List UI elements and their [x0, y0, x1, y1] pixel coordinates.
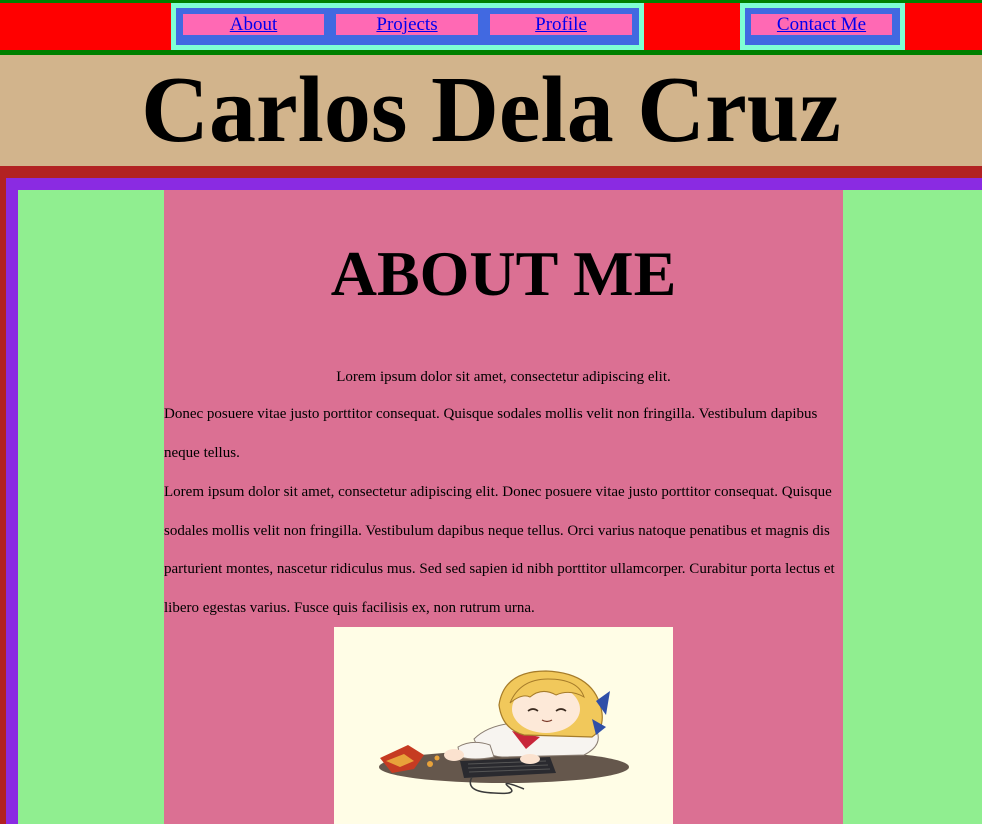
paragraph-1: Donec posuere vitae justo porttitor cons… — [164, 406, 818, 461]
profile-illustration — [334, 627, 673, 824]
nav-links-box: About Projects Profile — [171, 3, 644, 50]
chibi-girl-at-computer-icon — [379, 670, 629, 795]
about-heading: ABOUT ME — [330, 238, 677, 309]
about-section: ABOUT ME Lorem ipsum dolor sit amet, con… — [164, 190, 843, 824]
nav-contact-inner: Contact Me — [745, 8, 900, 45]
nav-link-contact[interactable]: Contact Me — [751, 14, 892, 35]
nav-link-projects[interactable]: Projects — [336, 14, 478, 35]
paragraph-2: Lorem ipsum dolor sit amet, consectetur … — [164, 484, 835, 616]
site-title: Carlos Dela Cruz — [141, 58, 841, 162]
nav-link-about[interactable]: About — [183, 14, 324, 35]
top-nav-bar: About Projects Profile Contact Me — [0, 0, 982, 55]
intro-line: Lorem ipsum dolor sit amet, consectetur … — [336, 369, 671, 385]
nav-links-inner: About Projects Profile — [176, 8, 639, 45]
nav-link-profile[interactable]: Profile — [490, 14, 632, 35]
site-header: Carlos Dela Cruz — [0, 55, 982, 166]
nav-contact-box: Contact Me — [740, 3, 905, 50]
